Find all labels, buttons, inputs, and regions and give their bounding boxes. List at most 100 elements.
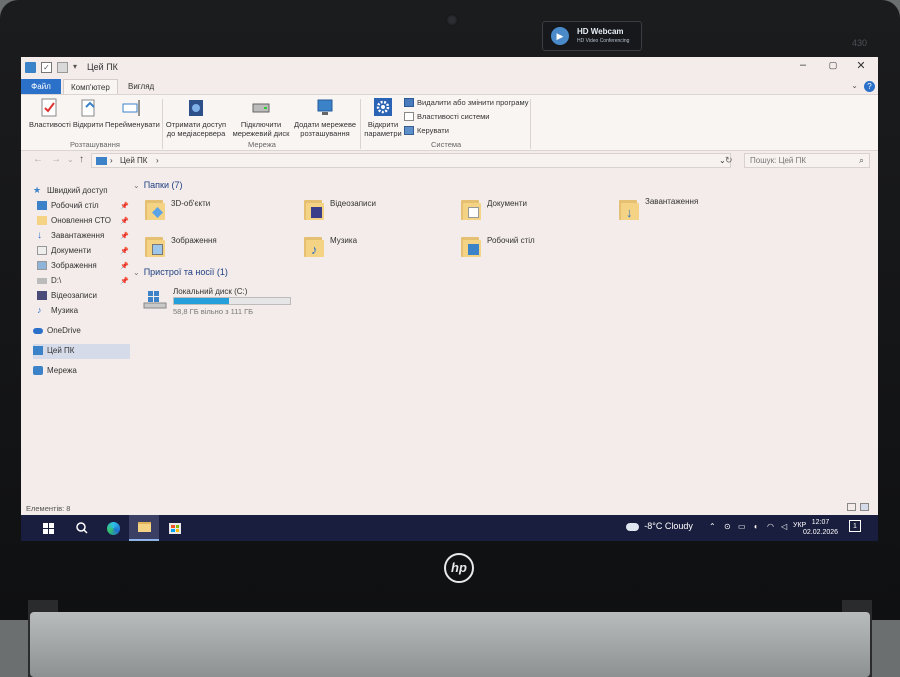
- help-icon[interactable]: ?: [864, 81, 875, 92]
- map-network-drive-button[interactable]: Підключити мережевий диск: [229, 98, 293, 138]
- drive-c[interactable]: Локальний диск (C:) 58,8 ГБ вільно з 111…: [143, 287, 313, 317]
- pin-icon[interactable]: 📌: [120, 217, 129, 225]
- up-arrow-icon[interactable]: ↑: [79, 154, 84, 165]
- folder-icon: [461, 235, 481, 257]
- sidebar-item-onedrive[interactable]: OneDrive: [33, 326, 129, 335]
- sidebar-item-documents[interactable]: Документи 📌: [37, 246, 129, 255]
- system-properties-command[interactable]: Властивості системи: [404, 112, 490, 121]
- sidebar-item-videos[interactable]: Відеозаписи: [37, 291, 129, 300]
- people-icon[interactable]: ⊙: [724, 522, 731, 531]
- battery-icon[interactable]: ▭: [738, 522, 746, 531]
- close-button[interactable]: ✕: [847, 59, 875, 72]
- properties-quick-icon[interactable]: ✓: [41, 62, 52, 73]
- search-icon: [76, 522, 88, 534]
- forward-arrow-icon[interactable]: →: [51, 154, 61, 165]
- folder-label: 3D-об'єкти: [171, 198, 211, 208]
- notification-count: 1: [849, 520, 861, 532]
- sidebar-item-sto-updates[interactable]: Оновлення СТО 📌: [37, 216, 129, 225]
- folder-icon: [37, 216, 47, 225]
- download-arrow-icon: ↓: [626, 205, 633, 220]
- folder-desktop[interactable]: Робочий стіл: [461, 235, 535, 257]
- back-arrow-icon[interactable]: ←: [33, 154, 43, 165]
- devices-group-header[interactable]: ⌄ Пристрої та носії (1): [133, 267, 228, 277]
- open-settings-label-2: параметри: [364, 129, 402, 138]
- store-button[interactable]: [160, 515, 190, 541]
- open-settings-button[interactable]: Відкрити параметри: [363, 98, 403, 138]
- ribbon: Властивості Відкрити Перейменувати Розта…: [21, 94, 878, 151]
- cloud-icon: [33, 327, 43, 334]
- large-icons-view-icon[interactable]: [860, 503, 869, 511]
- search-input[interactable]: Пошук: Цей ПК ⌕: [744, 153, 870, 168]
- new-folder-quick-icon[interactable]: [57, 62, 68, 73]
- recent-locations-icon[interactable]: ⌄: [67, 155, 74, 164]
- maximize-button[interactable]: ▢: [819, 60, 847, 71]
- chevron-down-icon: ⌄: [133, 180, 140, 190]
- start-button[interactable]: [33, 515, 63, 541]
- picture-icon: [152, 244, 163, 255]
- folder-icon: [304, 198, 324, 220]
- pin-icon[interactable]: 📌: [120, 277, 129, 285]
- add-network-location-button[interactable]: Додати мережеве розташування: [293, 98, 357, 138]
- media-server-button[interactable]: Отримати доступ до медіасервера: [165, 98, 227, 138]
- folder-pictures[interactable]: Зображення: [145, 235, 217, 257]
- details-view-icon[interactable]: [847, 503, 856, 511]
- model-number: 430: [852, 38, 868, 48]
- sidebar-item-network[interactable]: Мережа: [33, 366, 129, 375]
- notification-center-icon[interactable]: 1: [849, 520, 861, 532]
- rename-button[interactable]: Перейменувати: [105, 98, 160, 129]
- film-icon: [311, 207, 322, 218]
- address-field[interactable]: › Цей ПК › ⌄: [91, 153, 731, 168]
- manage-label: Керувати: [417, 126, 449, 135]
- sidebar-item-label: Оновлення СТО: [51, 216, 111, 225]
- sidebar-item-pictures[interactable]: Зображення 📌: [37, 261, 129, 270]
- folders-group-header[interactable]: ⌄ Папки (7): [133, 180, 183, 190]
- microphone-icon[interactable]: ◖: [753, 522, 758, 531]
- tab-view[interactable]: Вигляд: [121, 79, 161, 94]
- sidebar-item-desktop[interactable]: Робочий стіл 📌: [37, 201, 129, 210]
- open-icon: [77, 98, 99, 118]
- sidebar-item-label: OneDrive: [47, 326, 81, 335]
- folder-music[interactable]: ♪ Музика: [304, 235, 357, 257]
- folder-icon: ↓: [619, 198, 639, 220]
- folder-documents[interactable]: Документи: [461, 198, 527, 220]
- weather-widget[interactable]: -8°C Cloudy: [626, 521, 693, 531]
- sidebar-item-quick-access[interactable]: ★ Швидкий доступ: [33, 186, 129, 196]
- tab-file[interactable]: Файл: [21, 79, 61, 94]
- chevron-down-icon[interactable]: ⌄: [851, 81, 858, 90]
- customize-toolbar-icon[interactable]: ▾: [73, 62, 81, 73]
- minimize-button[interactable]: –: [789, 59, 817, 71]
- pin-icon[interactable]: 📌: [120, 247, 129, 255]
- pin-icon[interactable]: 📌: [120, 232, 129, 240]
- edge-button[interactable]: [98, 515, 128, 541]
- refresh-icon[interactable]: ↻: [725, 155, 733, 166]
- sidebar-item-drive-d[interactable]: D:\ 📌: [37, 276, 129, 285]
- taskbar: -8°C Cloudy ⌃ ⊙ ▭ ◖ ◠ ◁ УКР 12:07 02.02.…: [21, 515, 878, 541]
- folder-label: Робочий стіл: [487, 235, 535, 245]
- search-button[interactable]: [67, 515, 97, 541]
- sidebar-item-label: Цей ПК: [47, 346, 75, 355]
- file-explorer-button[interactable]: [129, 515, 159, 541]
- webcam-lens: [446, 14, 458, 26]
- tab-computer[interactable]: Комп'ютер: [63, 79, 118, 94]
- rename-label: Перейменувати: [105, 120, 160, 129]
- properties-button[interactable]: Властивості: [29, 98, 71, 129]
- uninstall-program-command[interactable]: Видалити або змінити програму: [404, 98, 529, 107]
- sidebar-item-this-pc[interactable]: Цей ПК: [33, 346, 129, 355]
- open-button[interactable]: Відкрити: [71, 98, 105, 129]
- wifi-icon[interactable]: ◠: [767, 522, 774, 531]
- folder-downloads[interactable]: ↓ Завантаження: [619, 197, 698, 220]
- clock-date: 02.02.2026: [803, 529, 839, 536]
- pin-icon[interactable]: 📌: [120, 262, 129, 270]
- folder-videos[interactable]: Відеозаписи: [304, 198, 376, 220]
- chevron-up-icon[interactable]: ⌃: [709, 522, 716, 531]
- group-label-network: Мережа: [248, 140, 276, 149]
- sidebar-item-music[interactable]: ♪ Музика: [37, 306, 129, 316]
- search-icon: ⌕: [858, 155, 864, 165]
- weather-text: -8°C Cloudy: [644, 521, 693, 531]
- sidebar-item-downloads[interactable]: ↓ Завантаження 📌: [37, 231, 129, 241]
- folder-3d-objects[interactable]: 3D-об'єкти: [145, 198, 210, 220]
- manage-command[interactable]: Керувати: [404, 126, 449, 135]
- clock[interactable]: 12:07 02.02.2026: [803, 518, 838, 538]
- volume-icon[interactable]: ◁: [781, 522, 787, 531]
- pin-icon[interactable]: 📌: [120, 202, 129, 210]
